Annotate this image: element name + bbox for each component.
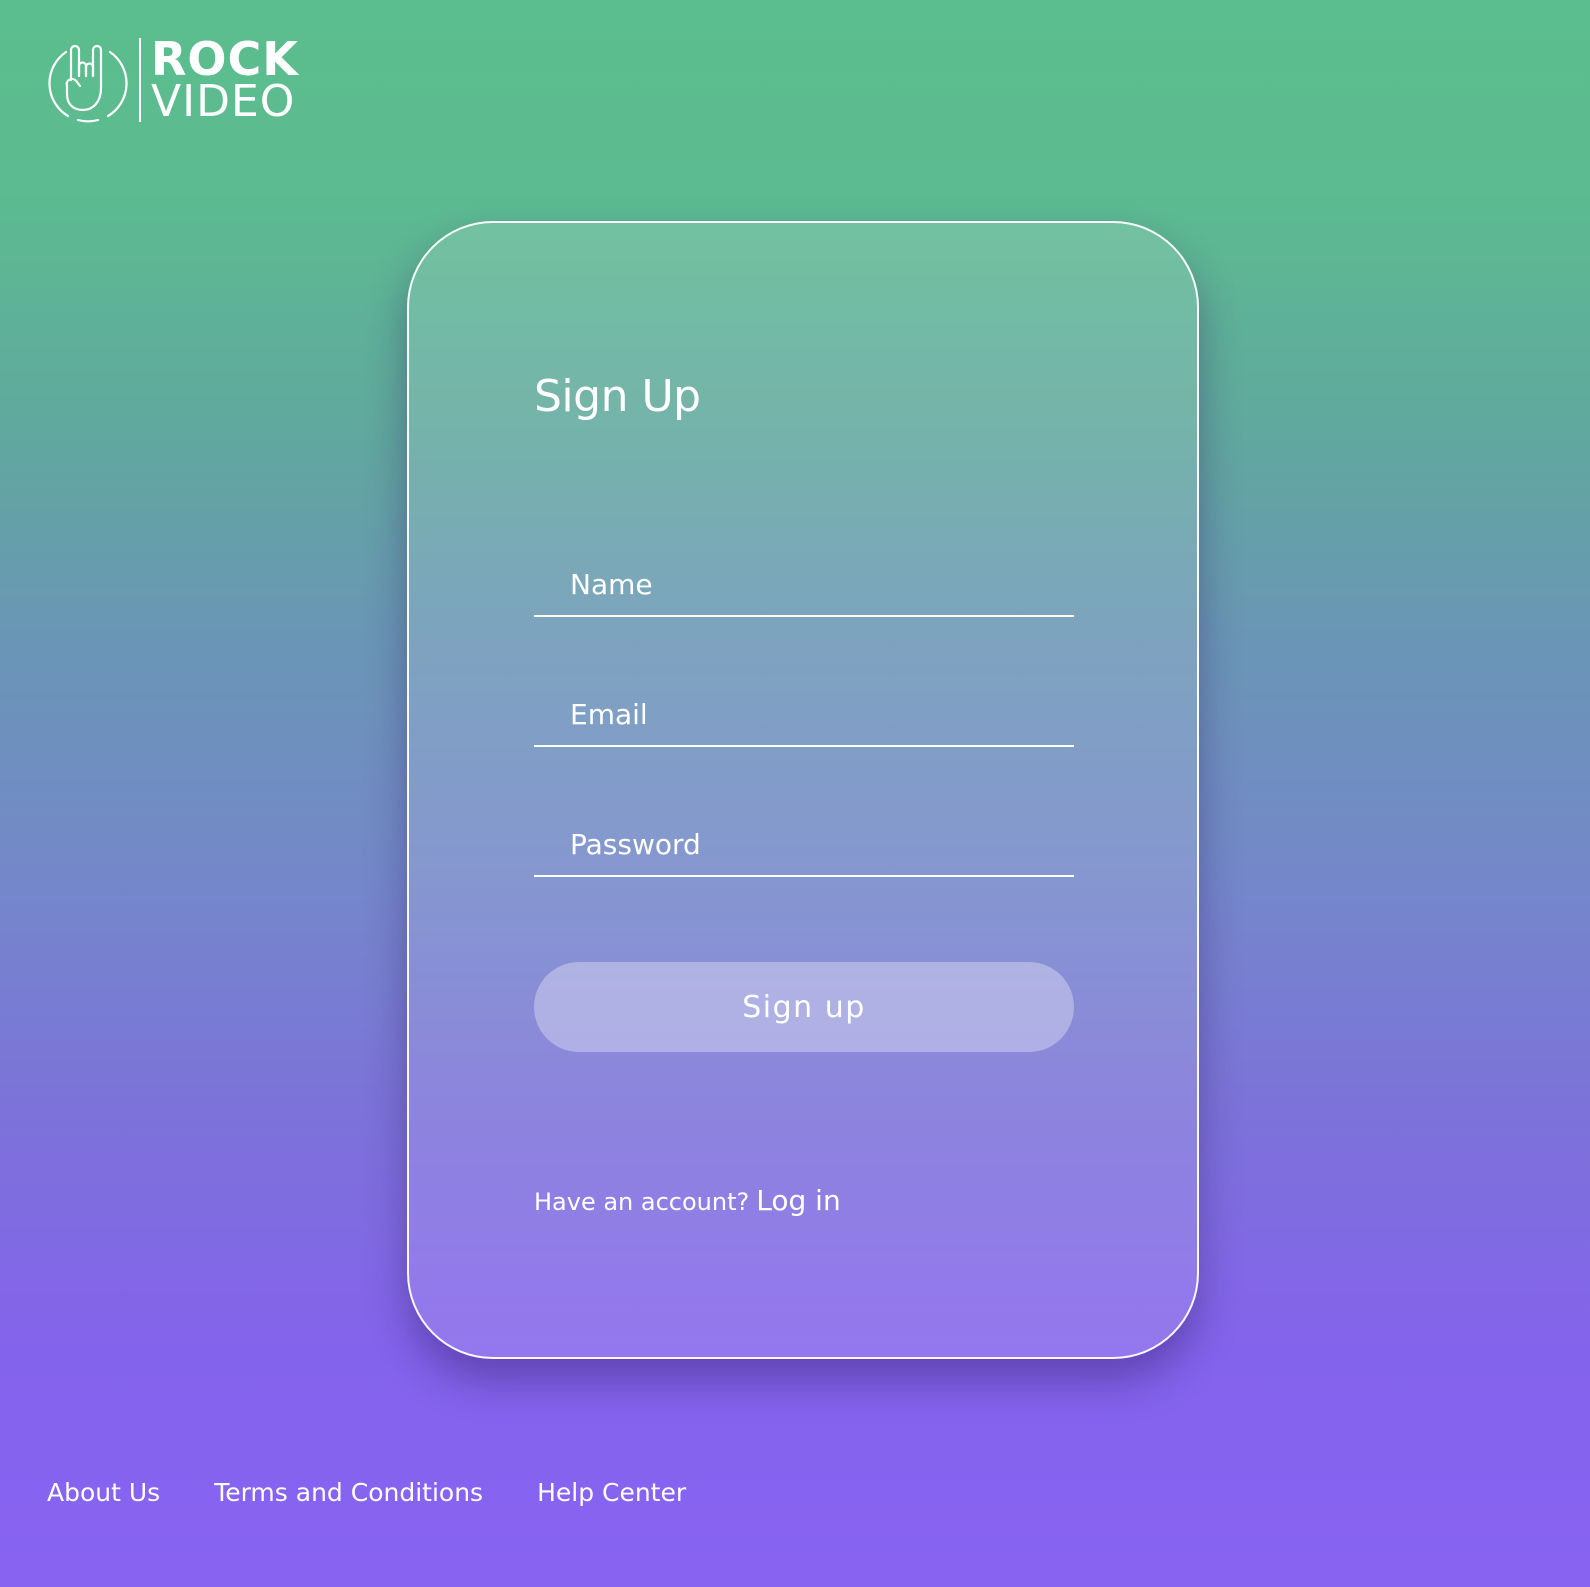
login-link[interactable]: Log in: [756, 1184, 840, 1217]
footer-link-help-center[interactable]: Help Center: [537, 1478, 686, 1507]
login-row: Have an account? Log in: [534, 1184, 841, 1217]
name-input[interactable]: [534, 553, 1074, 615]
name-field: [534, 553, 1074, 617]
footer-nav: About Us Terms and Conditions Help Cente…: [47, 1478, 740, 1507]
password-input[interactable]: [534, 813, 1074, 875]
logo-word-rock: ROCK: [151, 32, 299, 86]
logo-divider: [139, 38, 141, 122]
logo-word-video: VIDEO: [151, 76, 296, 127]
footer-link-terms[interactable]: Terms and Conditions: [214, 1478, 483, 1507]
email-field: [534, 683, 1074, 747]
footer-link-about-us[interactable]: About Us: [47, 1478, 160, 1507]
logo-wordmark: ROCK VIDEO: [151, 32, 299, 127]
password-field: [534, 813, 1074, 877]
signup-card: Sign Up Sign up Have an account? Log in: [407, 221, 1199, 1359]
brand-logo[interactable]: ROCK VIDEO: [48, 36, 299, 124]
rock-hand-icon: [48, 44, 128, 123]
signup-title: Sign Up: [534, 371, 701, 422]
login-prompt: Have an account?: [534, 1188, 750, 1216]
signup-button[interactable]: Sign up: [534, 962, 1074, 1052]
email-input[interactable]: [534, 683, 1074, 745]
